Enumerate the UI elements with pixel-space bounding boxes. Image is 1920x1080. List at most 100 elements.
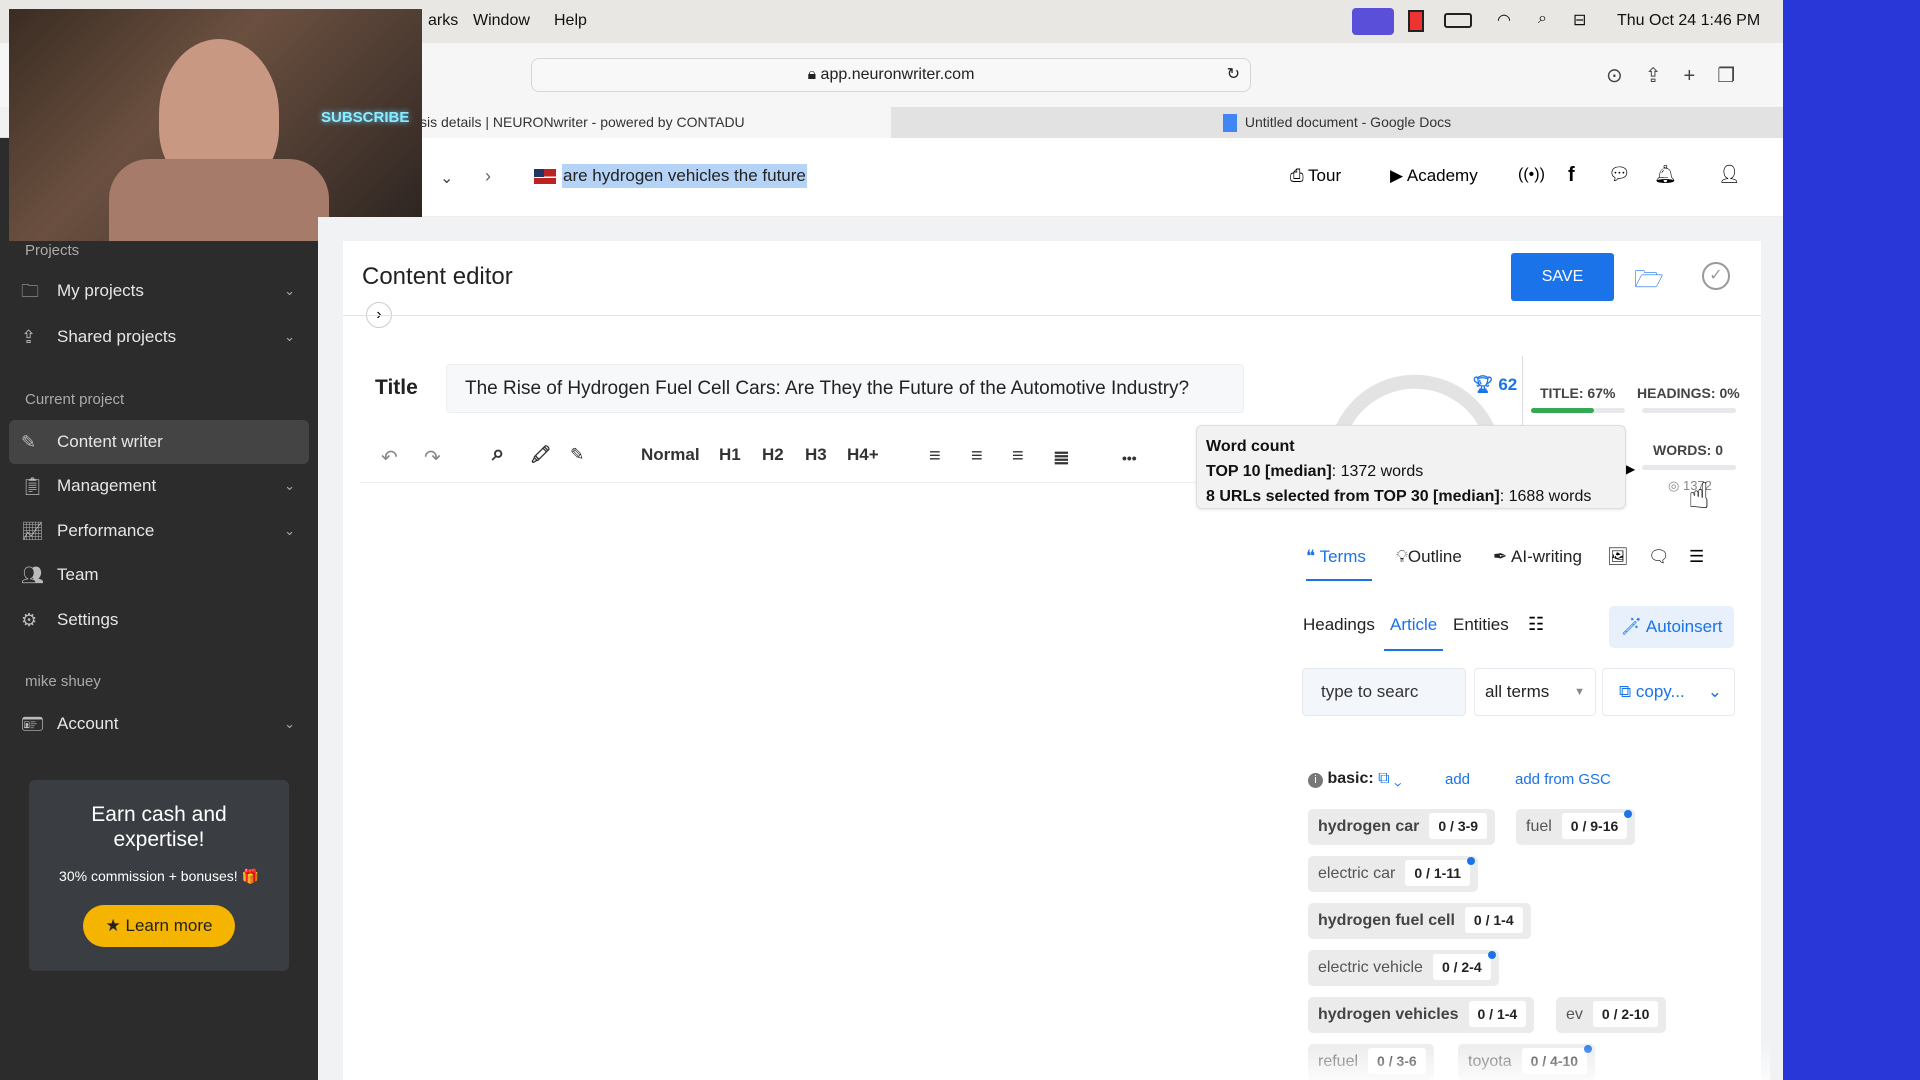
menu-help[interactable]: Help	[554, 12, 587, 30]
bell-icon[interactable]: 🔔︎	[1654, 164, 1677, 185]
autoinsert-button[interactable]: 🪄︎ Autoinsert	[1609, 606, 1734, 648]
battery-icon[interactable]	[1444, 13, 1472, 28]
tab-ai-writing[interactable]: ✒ AI-writing	[1493, 547, 1582, 567]
projects-label: Projects	[25, 242, 80, 259]
user-name: mike shuey	[25, 673, 101, 690]
align-left-icon[interactable]: ≡	[929, 445, 941, 468]
record-icon[interactable]	[1408, 10, 1424, 32]
breadcrumb-separator: ›	[485, 166, 491, 186]
chart-icon: 📈︎	[21, 521, 44, 541]
control-center-icon[interactable]: ⊟	[1573, 10, 1586, 30]
sidebar-item-settings[interactable]: ⚙ Settings	[9, 598, 309, 642]
keyword-query[interactable]: are hydrogen vehicles the future	[562, 164, 807, 188]
folder-icon: 🗀	[21, 281, 39, 301]
browser-actions[interactable]: ⊙⇪+❐	[1606, 63, 1757, 88]
hand-cursor-icon: ☝︎	[1688, 475, 1710, 516]
share-icon: ⇪	[21, 327, 37, 347]
subtab-headings[interactable]: Headings	[1303, 615, 1375, 635]
highlighter-icon[interactable]: 🖍︎	[530, 445, 552, 465]
folder-open-icon[interactable]: 🗁	[1634, 262, 1664, 303]
menu-window[interactable]: Window	[473, 12, 530, 30]
subtab-entities[interactable]: Entities	[1453, 615, 1509, 635]
tour-button[interactable]: ⎙ Tour	[1290, 166, 1341, 186]
term-chip[interactable]: hydrogen car 0 / 3-9	[1308, 809, 1496, 845]
align-justify-icon[interactable]: ≣	[1053, 445, 1070, 470]
sidebar-item-shared-projects[interactable]: ⇪ Shared projects ⌄	[9, 315, 309, 359]
sidebar-item-team[interactable]: 👥︎ Team	[9, 553, 309, 597]
search-icon[interactable]: ⌕	[492, 440, 504, 466]
chat-icon[interactable]: 🗨︎	[1648, 547, 1670, 567]
term-chip[interactable]: hydrogen vehicles 0 / 1-4	[1308, 997, 1535, 1033]
sidebar-item-performance[interactable]: 📈︎ Performance ⌄	[9, 509, 309, 553]
learn-more-button[interactable]: ★ Learn more	[83, 905, 235, 947]
address-bar[interactable]: 🔒︎ app.neuronwriter.com ↻	[531, 58, 1251, 92]
format-normal[interactable]: Normal	[641, 445, 700, 465]
search-icon[interactable]: ⌕	[1538, 10, 1547, 28]
add-link[interactable]: add	[1445, 771, 1470, 788]
align-right-icon[interactable]: ≡	[1012, 445, 1024, 468]
broadcast-icon[interactable]: ((•))	[1518, 166, 1545, 184]
chevron-down-icon: ⌄	[284, 716, 295, 731]
term-name: hydrogen car	[1318, 818, 1420, 835]
term-name: hydrogen vehicles	[1318, 1006, 1459, 1023]
terms-filter-select[interactable]: all terms ▼	[1474, 668, 1596, 716]
menu-bookmarks[interactable]: arks	[428, 12, 458, 30]
tooltip-top10-value: : 1372 words	[1331, 463, 1424, 480]
toolbar-divider	[360, 482, 1240, 483]
title-input[interactable]: The Rise of Hydrogen Fuel Cell Cars: Are…	[446, 364, 1244, 413]
save-button[interactable]: SAVE	[1511, 253, 1614, 301]
info-icon[interactable]: i	[1308, 773, 1323, 788]
filter-sliders-icon[interactable]: ☷	[1528, 614, 1544, 635]
tab-neuronwriter[interactable]: sis details | NEURONwriter - powered by …	[420, 107, 891, 138]
image-gallery-icon[interactable]: 🖼︎	[1607, 547, 1629, 567]
chevron-down-icon: ⌄	[284, 523, 295, 538]
format-h4[interactable]: H4+	[847, 445, 879, 465]
check-circle-icon[interactable]: ✓	[1702, 262, 1730, 290]
add-from-gsc-link[interactable]: add from GSC	[1515, 771, 1611, 788]
term-chip[interactable]: fuel 0 / 9-16	[1516, 809, 1636, 845]
list-icon[interactable]: ☰	[1689, 547, 1704, 567]
tooltip-arrow: ▶	[1626, 462, 1636, 476]
facebook-icon[interactable]: f	[1568, 164, 1575, 187]
trophy-icon: 🏆︎	[1472, 375, 1494, 394]
reload-icon[interactable]: ↻	[1227, 59, 1240, 91]
copy-dropdown[interactable]: ⧉ copy... ⌄	[1602, 668, 1735, 716]
sidebar-item-management[interactable]: 📋︎ Management ⌄	[9, 464, 309, 508]
format-h3[interactable]: H3	[805, 445, 827, 465]
tooltip-top30-value: : 1688 words	[1499, 488, 1592, 505]
redo-icon[interactable]: ↷	[424, 445, 441, 470]
sidebar-item-content-writer[interactable]: ✎ Content writer	[9, 420, 309, 464]
chat-icon[interactable]: 💬︎	[1608, 164, 1631, 185]
term-chip[interactable]: ev 0 / 2-10	[1556, 997, 1667, 1033]
chevron-down-icon: ⌄	[1707, 682, 1722, 701]
undo-icon[interactable]: ↶	[381, 445, 398, 470]
clock[interactable]: Thu Oct 24 1:46 PM	[1617, 12, 1760, 30]
term-name: ev	[1566, 1006, 1583, 1023]
tab-terms[interactable]: ❝ Terms	[1306, 547, 1372, 581]
term-count: 0 / 9-16	[1561, 810, 1633, 839]
tooltip-top10-label: TOP 10 [median]	[1206, 463, 1332, 480]
sidebar-item-account[interactable]: 🪪︎ Account ⌄	[9, 702, 309, 746]
format-h1[interactable]: H1	[719, 445, 741, 465]
wifi-icon[interactable]: ◠	[1497, 10, 1511, 30]
term-count: 0 / 1-4	[1468, 1001, 1527, 1027]
term-search-input[interactable]: type to searc	[1302, 668, 1466, 716]
tab-google-docs[interactable]: Untitled document - Google Docs	[891, 107, 1783, 138]
tab-outline[interactable]: 💡︎Outline	[1396, 547, 1462, 567]
screen-share-icon[interactable]	[1352, 8, 1394, 35]
term-chip[interactable]: electric car 0 / 1-11	[1308, 856, 1479, 892]
chevron-down-icon[interactable]: ⌄	[440, 168, 453, 188]
subtab-article[interactable]: Article	[1384, 615, 1444, 651]
academy-button[interactable]: ▶ Academy	[1390, 166, 1478, 186]
pencil-icon[interactable]: ✎	[570, 445, 584, 465]
more-options[interactable]: •••	[1122, 450, 1137, 466]
format-h2[interactable]: H2	[762, 445, 784, 465]
align-center-icon[interactable]: ≡	[971, 445, 983, 468]
term-name: hydrogen fuel cell	[1318, 912, 1455, 929]
sidebar-item-my-projects[interactable]: 🗀 My projects ⌄	[9, 269, 309, 313]
term-chip[interactable]: hydrogen fuel cell 0 / 1-4	[1308, 903, 1531, 939]
copy-icon[interactable]: ⧉ ⌄	[1378, 770, 1401, 787]
term-chip[interactable]: electric vehicle 0 / 2-4	[1308, 950, 1499, 986]
words-score: WORDS: 0	[1653, 442, 1723, 458]
user-icon[interactable]: 👤︎	[1718, 164, 1741, 185]
